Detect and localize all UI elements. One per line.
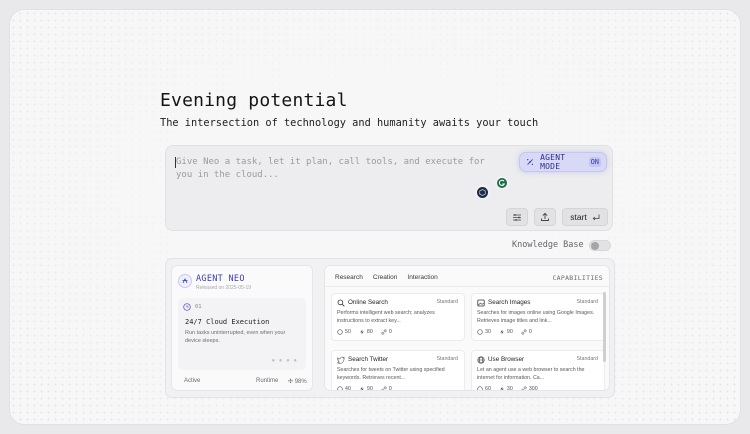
stat-links: 300 <box>528 386 538 391</box>
bolt-icon <box>360 329 364 335</box>
agent-mode-state: ON <box>588 157 601 167</box>
tool-description: Let an agent use a web browser to search… <box>477 367 585 381</box>
tool-name: Online Search <box>348 299 388 306</box>
start-button-label: start <box>570 212 587 222</box>
globe-icon <box>477 356 485 364</box>
start-button[interactable]: start <box>562 208 608 226</box>
image-icon <box>477 299 485 307</box>
capabilities-scrollbar[interactable] <box>603 292 606 362</box>
capabilities-panel: Research Creation Interaction CAPABILITI… <box>324 265 610 391</box>
link-icon <box>521 386 527 390</box>
tool-card-online-search[interactable]: Online Search Standard Performs intellig… <box>331 293 465 341</box>
bolt-icon <box>500 329 504 335</box>
agent-mode-label: AGENT MODE <box>540 153 566 171</box>
agent-release-date: Released on 2025-05-19 <box>196 285 252 291</box>
clock-icon <box>183 303 191 311</box>
stat-usage: 50 <box>345 329 351 335</box>
stat-usage: 40 <box>345 386 351 391</box>
stat-links: 0 <box>388 329 392 335</box>
tool-stats: 50 80 0 <box>337 329 392 335</box>
tool-tier: Standard <box>576 356 599 362</box>
runtime-label: Runtime <box>256 378 279 384</box>
search-icon <box>337 299 345 307</box>
capabilities-label: CAPABILITIES <box>552 274 603 282</box>
task-input[interactable]: Give Neo a task, let it plan, call tools… <box>176 156 506 182</box>
tool-stats: 30 90 0 <box>477 329 532 335</box>
agent-name: AGENT NEO <box>196 274 245 284</box>
feature-description: Run tasks uninterrupted, even when your … <box>185 330 286 344</box>
runtime-percent: 98% <box>294 379 307 385</box>
tab-divider <box>325 286 609 287</box>
stat-speed: 30 <box>506 386 513 391</box>
carousel-dots[interactable]: ● ● ● ● <box>272 358 299 364</box>
stat-usage: 30 <box>485 329 491 335</box>
knowledge-base-label: Knowledge Base <box>512 240 584 250</box>
tool-name: Search Images <box>488 299 531 306</box>
usage-icon <box>337 329 343 335</box>
stat-speed: 80 <box>366 329 373 335</box>
agent-mode-icon <box>527 159 534 165</box>
link-icon <box>381 386 387 390</box>
agent-avatar <box>178 274 192 288</box>
capability-tabs: Research Creation Interaction <box>335 274 438 281</box>
feature-card: 01 24/7 Cloud Execution Run tasks uninte… <box>178 298 306 370</box>
tab-research[interactable]: Research <box>335 274 363 281</box>
stat-usage: 60 <box>485 386 491 391</box>
tool-description: Searches for tweets on Twitter using spe… <box>337 367 445 381</box>
usage-icon <box>477 386 483 390</box>
tool-tier: Standard <box>436 299 459 305</box>
g-logo-icon <box>498 179 506 186</box>
grammar-logo-icon[interactable] <box>495 176 509 190</box>
usage-icon <box>477 329 483 335</box>
bolt-icon <box>360 386 364 390</box>
feature-title: 24/7 Cloud Execution <box>185 318 270 326</box>
upload-button[interactable] <box>534 208 556 226</box>
tool-card-search-twitter[interactable]: Search Twitter Standard Searches for twe… <box>331 350 465 391</box>
usage-icon <box>337 386 343 390</box>
stat-links: 0 <box>528 329 532 335</box>
tool-stats: 60 30 300 <box>477 386 538 391</box>
enter-icon <box>592 214 600 220</box>
tool-stats: 40 90 0 <box>337 386 392 391</box>
tool-name: Use Browser <box>488 356 525 363</box>
stat-speed: 90 <box>506 329 513 335</box>
tool-card-use-browser[interactable]: Use Browser Standard Let an agent use a … <box>471 350 605 391</box>
agent-logo-icon <box>182 278 188 284</box>
knowledge-base-toggle[interactable] <box>589 240 611 251</box>
agent-panel: AGENT NEO Released on 2025-05-19 01 24/7… <box>165 258 615 398</box>
integration-logo-icon[interactable] <box>475 185 490 200</box>
tab-creation[interactable]: Creation <box>373 274 398 281</box>
runtime-value: ✣ 98% <box>288 379 307 385</box>
page-title: Evening potential <box>160 90 348 111</box>
tool-tier: Standard <box>576 299 599 305</box>
upload-icon <box>541 212 549 221</box>
link-icon <box>381 329 387 335</box>
hex-logo-icon <box>479 189 486 196</box>
task-composer[interactable]: Give Neo a task, let it plan, call tools… <box>165 145 613 231</box>
stat-speed: 90 <box>366 386 373 391</box>
page-subtitle: The intersection of technology and human… <box>160 117 539 129</box>
feature-number: 01 <box>195 304 202 310</box>
tool-card-search-images[interactable]: Search Images Standard Searches for imag… <box>471 293 605 341</box>
settings-button[interactable] <box>506 208 528 226</box>
bolt-icon <box>500 386 504 390</box>
twitter-icon <box>337 356 345 364</box>
tab-interaction[interactable]: Interaction <box>407 274 437 281</box>
tool-description: Searches for images online using Google … <box>477 310 595 324</box>
link-icon <box>521 329 527 335</box>
tool-name: Search Twitter <box>348 356 389 363</box>
sliders-icon <box>513 213 521 221</box>
tool-description: Performs intelligent web search; analyze… <box>337 310 435 324</box>
agent-mode-toggle[interactable]: AGENT MODE ON <box>519 152 607 172</box>
stat-links: 0 <box>388 386 392 391</box>
tool-tier: Standard <box>436 356 459 362</box>
agent-card[interactable]: AGENT NEO Released on 2025-05-19 01 24/7… <box>171 265 313 391</box>
agent-status: Active <box>184 378 201 384</box>
